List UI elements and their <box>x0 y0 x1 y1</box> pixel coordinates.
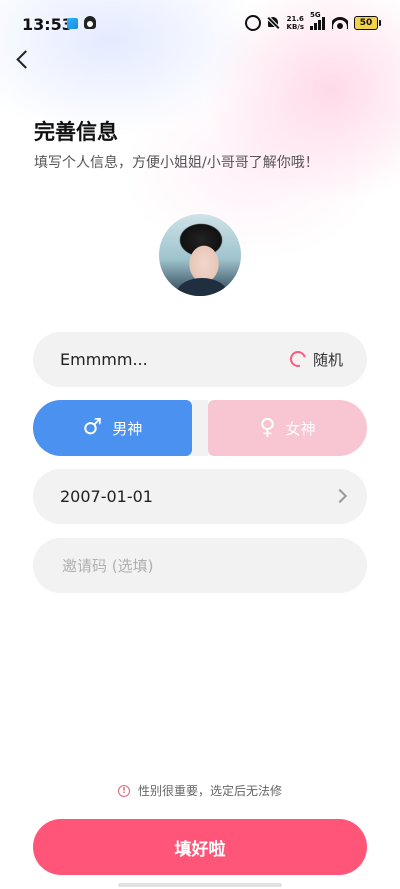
signal-icon: 5G <box>310 11 326 30</box>
gender-divider <box>192 400 208 456</box>
submit-button[interactable]: 填好啦 <box>33 819 367 875</box>
net-speed: 21.6 KB/s <box>287 15 304 31</box>
home-indicator[interactable] <box>118 883 282 887</box>
birthday-value: 2007-01-01 <box>60 487 153 506</box>
random-label: 随机 <box>312 350 343 369</box>
status-time: 13:53 <box>22 15 73 34</box>
app-notification-icon <box>67 18 78 29</box>
qq-icon <box>84 16 96 29</box>
gender-male-button[interactable]: ♂ 男神 <box>33 400 192 456</box>
mute-bell-icon <box>267 16 279 30</box>
page-title: 完善信息 <box>34 120 118 144</box>
invite-code-field[interactable] <box>33 538 367 593</box>
refresh-icon <box>287 348 309 370</box>
page-subtitle: 填写个人信息，方便小姐姐/小哥哥了解你哦！ <box>34 155 319 171</box>
gender-female-button[interactable]: ♀ 女神 <box>208 400 367 456</box>
gender-female-label: 女神 <box>285 419 316 438</box>
invite-code-input[interactable] <box>60 552 344 580</box>
female-icon: ♀ <box>259 415 276 440</box>
male-icon: ♂ <box>82 415 103 440</box>
back-button[interactable] <box>8 44 40 76</box>
gender-male-label: 男神 <box>112 419 143 438</box>
birthday-field[interactable]: 2007-01-01 <box>33 469 367 524</box>
profile-setup-screen: 13:53 21.6 KB/s 5G 50 完善信息 填写个人信息，方便小姐姐/… <box>0 0 400 889</box>
chevron-right-icon <box>332 488 348 504</box>
status-icons: 21.6 KB/s 5G 50 <box>244 11 381 33</box>
random-nickname-button[interactable]: 随机 <box>287 348 343 370</box>
submit-label: 填好啦 <box>174 839 226 860</box>
wifi-icon <box>332 17 348 29</box>
info-icon: ! <box>117 784 130 797</box>
alarm-icon <box>244 15 261 31</box>
network-type: 5G <box>310 11 321 19</box>
status-bar: 13:53 21.6 KB/s 5G 50 <box>0 0 400 46</box>
nickname-field[interactable]: Emmmm... 随机 <box>33 332 367 387</box>
nickname-value[interactable]: Emmmm... <box>60 350 148 369</box>
net-speed-value: 21.6 <box>286 15 304 23</box>
avatar[interactable] <box>159 214 241 296</box>
notice-text: 性别很重要，选定后无法修 <box>137 784 282 798</box>
gender-notice: ! 性别很重要，选定后无法修 <box>0 782 400 799</box>
net-speed-unit: KB/s <box>286 23 304 31</box>
battery-icon: 50 <box>354 16 381 30</box>
